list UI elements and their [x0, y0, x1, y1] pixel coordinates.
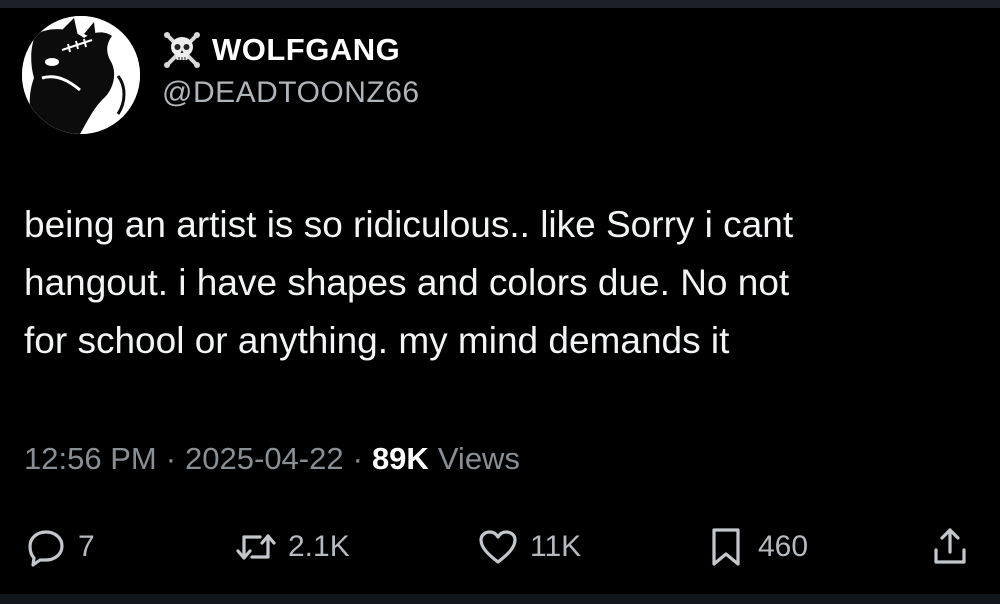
skull-crossbones-icon [162, 30, 202, 70]
reply-button[interactable]: 7 [24, 522, 95, 572]
wolf-avatar-icon [22, 16, 140, 134]
share-icon [928, 525, 972, 569]
tweet-text: being an artist is so ridiculous.. like … [24, 196, 974, 370]
tweet-meta: 12:56 PM · 2025-04-22 · 89K Views [24, 441, 520, 477]
bookmark-button[interactable]: 460 [704, 522, 808, 572]
bookmark-icon [704, 525, 748, 569]
reply-count: 7 [78, 530, 95, 563]
tweet-time[interactable]: 12:56 PM [24, 441, 157, 477]
retweet-icon [234, 525, 278, 569]
share-button[interactable] [928, 522, 972, 572]
top-bar [0, 0, 1000, 8]
tweet-line: being an artist is so ridiculous.. like … [24, 204, 794, 245]
meta-separator: · [165, 441, 177, 476]
bottom-bar [0, 594, 1000, 604]
retweet-button[interactable]: 2.1K [234, 522, 350, 572]
like-count: 11K [530, 530, 582, 563]
action-bar: 7 2.1K 11K 460 [24, 522, 974, 572]
author-name-row[interactable]: WOLFGANG [162, 30, 400, 70]
like-button[interactable]: 11K [476, 522, 581, 572]
author-display-name[interactable]: WOLFGANG [212, 32, 400, 68]
tweet-line: for school or anything. my mind demands … [24, 320, 730, 361]
avatar[interactable] [22, 16, 140, 134]
tweet-date[interactable]: 2025-04-22 [185, 441, 344, 477]
meta-separator: · [352, 441, 363, 476]
tweet-line: hangout. i have shapes and colors due. N… [24, 262, 790, 303]
reply-icon [24, 525, 68, 569]
heart-icon [476, 525, 520, 569]
author-handle[interactable]: @DEADTOONZ66 [162, 76, 420, 110]
retweet-count: 2.1K [288, 530, 350, 563]
views-count[interactable]: 89K [372, 441, 429, 477]
views-label: Views [437, 441, 520, 476]
bookmark-count: 460 [758, 530, 809, 563]
